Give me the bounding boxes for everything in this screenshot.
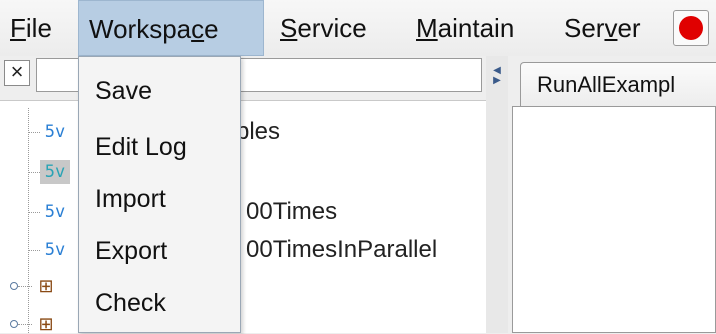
stop-button[interactable] (673, 10, 709, 46)
tree-guide-line (28, 108, 29, 333)
menu-maintain-label: aintain (437, 13, 515, 43)
menu-service[interactable]: Service (272, 0, 375, 56)
sv-icon[interactable]: 5v (40, 200, 70, 224)
tree-item-label[interactable]: ples (236, 118, 280, 146)
menu-server-mnemonic: v (604, 13, 618, 43)
menu-server[interactable]: Server (556, 0, 649, 56)
menu-server-label-pre: Ser (564, 13, 605, 43)
sv-icon[interactable]: 5v (40, 120, 70, 144)
tree-expand-handle-icon[interactable] (10, 320, 18, 328)
collapse-arrows-icon[interactable]: ◀ ▶ (492, 66, 502, 96)
tree-guide-line (18, 324, 32, 325)
tree-guide-line (28, 132, 40, 133)
menu-server-label-rest: er (617, 13, 641, 43)
menu-item-import[interactable]: Import (95, 185, 166, 214)
menu-maintain-mnemonic: M (416, 13, 438, 43)
menu-item-check[interactable]: Check (95, 289, 166, 318)
stop-icon (679, 16, 703, 40)
tree-item-label[interactable]: 00Times (246, 198, 337, 226)
menu-workspace[interactable]: Workspace (78, 0, 264, 56)
menu-file[interactable]: File (2, 0, 60, 56)
menu-item-export[interactable]: Export (95, 237, 167, 266)
table-grid-icon: ⊞ (38, 314, 54, 334)
menu-item-edit-log[interactable]: Edit Log (95, 133, 187, 162)
tree-guide-line (18, 286, 32, 287)
workspace-menu-dropdown: Save Edit Log Import Export Check (78, 56, 241, 333)
split-divider[interactable] (486, 56, 509, 333)
menu-item-save[interactable]: Save (95, 77, 152, 106)
menu-file-mnemonic: F (10, 13, 26, 43)
menu-file-label: ile (25, 13, 52, 43)
menu-workspace-mnemonic: c (191, 14, 205, 44)
table-grid-icon: ⊞ (38, 276, 54, 296)
menu-service-mnemonic: S (280, 13, 298, 43)
tree-guide-line (28, 172, 40, 173)
tree-expand-handle-icon[interactable] (10, 282, 18, 290)
menu-service-label: ervice (297, 13, 367, 43)
tab-runallexamples[interactable]: RunAllExampl (520, 62, 716, 106)
editor-content (512, 106, 716, 333)
menu-workspace-label-pre: Workspa (89, 14, 192, 44)
menu-maintain[interactable]: Maintain (408, 0, 522, 56)
menu-workspace-label-rest: e (204, 14, 219, 44)
tree-item-label[interactable]: 00TimesInParallel (246, 236, 437, 264)
sv-icon[interactable]: 5v (40, 238, 70, 262)
tree-guide-line (28, 250, 40, 251)
menu-bar: File Workspace Service Maintain Server (0, 0, 716, 57)
tree-guide-line (28, 212, 40, 213)
clear-search-button[interactable]: × (4, 60, 30, 86)
sv-icon-selected[interactable]: 5v (40, 160, 70, 184)
workspace-tree: 5v 5v 5v 5v ⊞ ⊞ ples 00Times 00TimesInPa… (0, 100, 486, 334)
